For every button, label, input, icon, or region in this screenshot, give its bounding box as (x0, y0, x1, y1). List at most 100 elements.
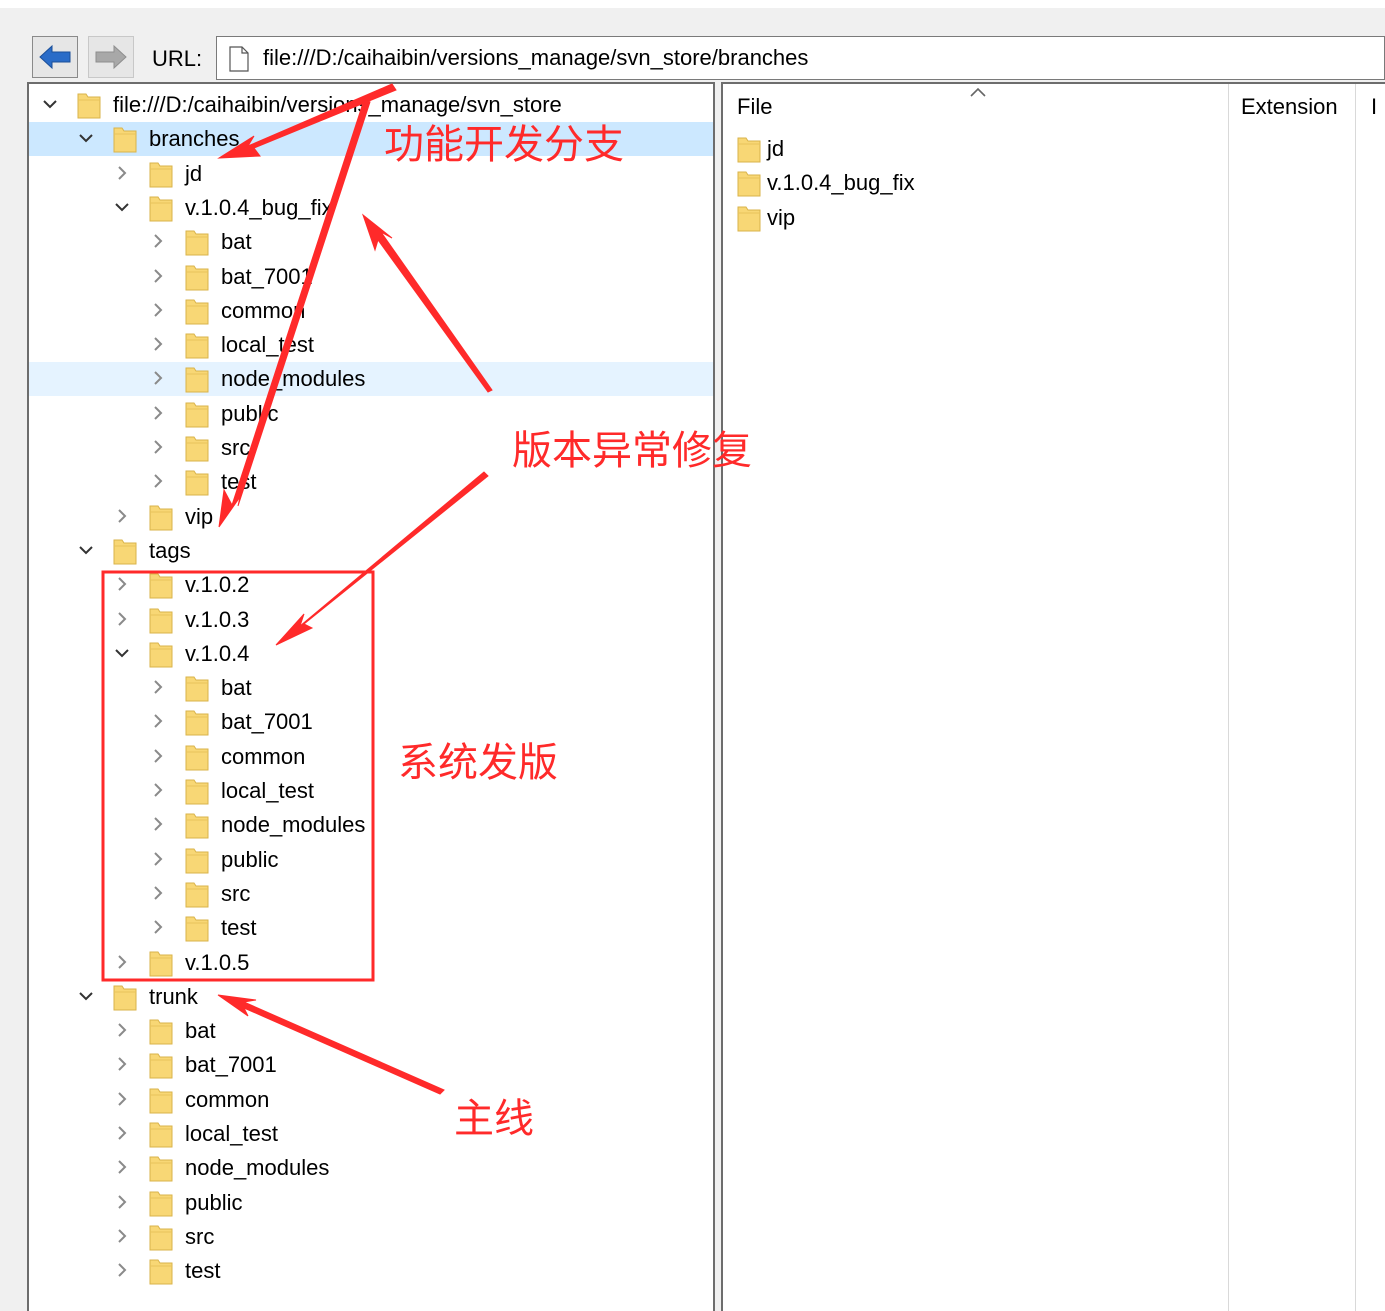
chevron-right-icon[interactable] (149, 472, 167, 490)
column-header-extension[interactable]: Extension (1241, 94, 1338, 120)
tree-row[interactable]: v.1.0.5 (29, 946, 713, 980)
folder-icon (185, 708, 209, 736)
chevron-right-icon[interactable] (149, 712, 167, 730)
tree-row[interactable]: v.1.0.4_bug_fix (29, 191, 713, 225)
column-header-partial[interactable]: I (1371, 94, 1377, 120)
list-item[interactable]: vip (737, 201, 1217, 235)
tree-row[interactable]: src (29, 1220, 713, 1254)
tree-row[interactable]: bat_7001 (29, 1048, 713, 1082)
folder-icon (737, 204, 761, 232)
chevron-right-icon[interactable] (149, 918, 167, 936)
tree-row[interactable]: src (29, 877, 713, 911)
list-item[interactable]: v.1.0.4_bug_fix (737, 166, 1217, 200)
tree-row[interactable]: node_modules (29, 362, 713, 397)
chevron-right-icon[interactable] (149, 815, 167, 833)
folder-icon (185, 331, 209, 359)
tree-row[interactable]: bat (29, 671, 713, 705)
chevron-right-icon[interactable] (113, 953, 131, 971)
tree-row[interactable]: v.1.0.3 (29, 603, 713, 637)
chevron-down-icon[interactable] (77, 987, 95, 1005)
tree-row[interactable]: v.1.0.4 (29, 637, 713, 671)
tree-item-label: test (221, 469, 257, 495)
tree-item-label: v.1.0.2 (185, 572, 250, 598)
chevron-right-icon[interactable] (113, 610, 131, 628)
chevron-right-icon[interactable] (113, 164, 131, 182)
chevron-right-icon[interactable] (149, 850, 167, 868)
tree-item-label: public (221, 400, 279, 426)
tree-item-label: tags (149, 537, 191, 563)
chevron-right-icon[interactable] (149, 267, 167, 285)
tree-row[interactable]: bat_7001 (29, 705, 713, 739)
chevron-right-icon[interactable] (149, 781, 167, 799)
tree-item-label: bat_7001 (185, 1052, 277, 1078)
chevron-right-icon[interactable] (149, 232, 167, 250)
tree-row[interactable]: trunk (29, 980, 713, 1014)
column-header-file[interactable]: File (737, 94, 772, 120)
chevron-right-icon[interactable] (113, 1261, 131, 1279)
chevron-down-icon[interactable] (77, 541, 95, 559)
tree-row[interactable]: bat_7001 (29, 260, 713, 294)
chevron-right-icon[interactable] (149, 404, 167, 422)
chevron-right-icon[interactable] (149, 369, 167, 387)
tree-item-label: bat_7001 (221, 263, 313, 289)
chevron-down-icon[interactable] (113, 198, 131, 216)
chevron-right-icon[interactable] (149, 884, 167, 902)
folder-icon (149, 1189, 173, 1217)
column-separator[interactable] (1228, 84, 1229, 1311)
tree-row[interactable]: public (29, 1186, 713, 1220)
chevron-right-icon[interactable] (113, 575, 131, 593)
tree-item-label: v.1.0.4 (185, 640, 250, 666)
tree-row[interactable]: local_test (29, 1117, 713, 1151)
tree-item-label: v.1.0.5 (185, 949, 250, 975)
folder-icon (149, 1154, 173, 1182)
folder-icon (149, 571, 173, 599)
chevron-down-icon[interactable] (113, 644, 131, 662)
tree-row[interactable]: bat (29, 1014, 713, 1048)
chevron-right-icon[interactable] (113, 1158, 131, 1176)
repository-tree[interactable]: file:///D:/caihaibin/versions_manage/svn… (27, 82, 715, 1311)
tree-item-label: bat (185, 1018, 216, 1044)
tree-row[interactable]: tags (29, 534, 713, 568)
tree-row[interactable]: common (29, 294, 713, 328)
chevron-right-icon[interactable] (113, 1090, 131, 1108)
chevron-right-icon[interactable] (113, 1055, 131, 1073)
folder-icon (185, 674, 209, 702)
tree-row[interactable]: common (29, 1083, 713, 1117)
tree-item-label: src (221, 880, 251, 906)
chevron-right-icon[interactable] (149, 335, 167, 353)
folder-icon (149, 606, 173, 634)
folder-icon (149, 1051, 173, 1079)
url-field[interactable]: file:///D:/caihaibin/versions_manage/svn… (216, 36, 1385, 80)
tree-row[interactable]: v.1.0.2 (29, 568, 713, 602)
tree-row[interactable]: test (29, 911, 713, 945)
tree-row[interactable]: public (29, 843, 713, 877)
forward-button[interactable] (88, 36, 134, 78)
folder-icon (113, 537, 137, 565)
file-list[interactable]: File Extension I jd v.1.0.4_bug_fix vip (721, 82, 1385, 1311)
chevron-right-icon[interactable] (149, 301, 167, 319)
column-separator[interactable] (1355, 84, 1356, 1311)
list-item-label: jd (767, 136, 785, 161)
chevron-down-icon[interactable] (77, 129, 95, 147)
chevron-right-icon[interactable] (113, 1193, 131, 1211)
chevron-right-icon[interactable] (149, 438, 167, 456)
chevron-right-icon[interactable] (149, 747, 167, 765)
tree-row[interactable]: bat (29, 225, 713, 259)
list-item[interactable]: jd (737, 132, 1217, 166)
chevron-right-icon[interactable] (113, 507, 131, 525)
tree-row[interactable]: test (29, 1254, 713, 1288)
folder-icon (737, 135, 761, 163)
tree-row[interactable]: local_test (29, 328, 713, 362)
chevron-down-icon[interactable] (41, 95, 59, 113)
tree-row[interactable]: vip (29, 500, 713, 534)
tree-row[interactable]: common (29, 740, 713, 774)
tree-row[interactable]: local_test (29, 774, 713, 808)
chevron-right-icon[interactable] (113, 1124, 131, 1142)
tree-item-label: jd (185, 160, 203, 186)
chevron-right-icon[interactable] (113, 1227, 131, 1245)
chevron-right-icon[interactable] (113, 1021, 131, 1039)
tree-row[interactable]: node_modules (29, 1151, 713, 1185)
back-button[interactable] (32, 36, 78, 78)
chevron-right-icon[interactable] (149, 678, 167, 696)
tree-row[interactable]: node_modules (29, 808, 713, 842)
